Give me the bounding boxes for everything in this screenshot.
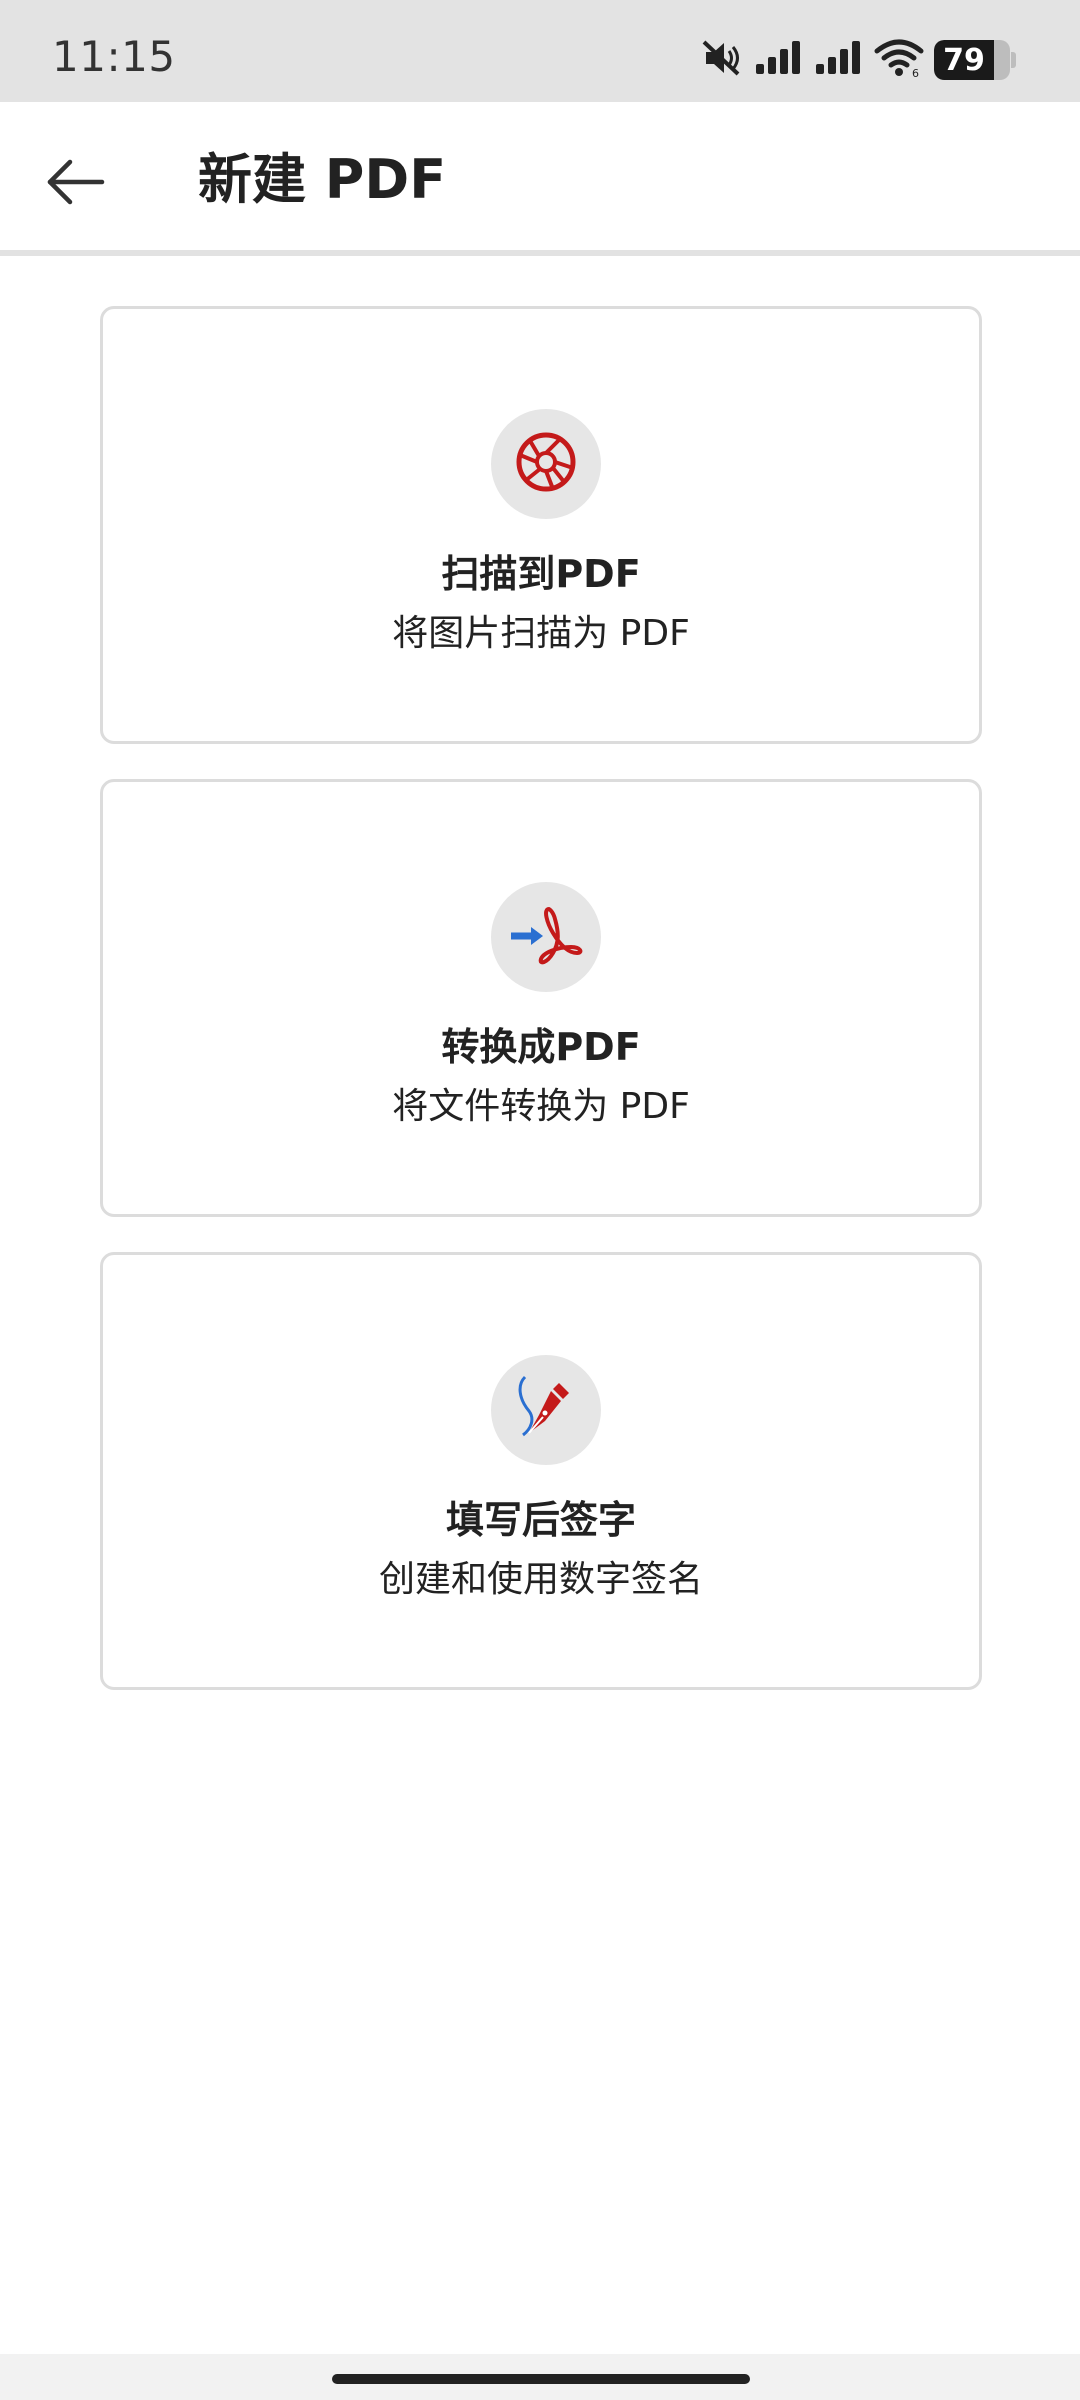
scan-to-pdf-card[interactable]: 扫描到PDF 将图片扫描为 PDF xyxy=(100,306,982,744)
convert-pdf-icon xyxy=(509,903,583,971)
mute-icon xyxy=(700,38,744,82)
pen-sign-icon xyxy=(511,1373,581,1447)
page-title: 新建 PDF xyxy=(198,148,447,211)
home-indicator[interactable] xyxy=(332,2374,750,2384)
arrow-left-icon xyxy=(46,157,106,211)
card-icon-bg xyxy=(491,882,601,992)
convert-to-pdf-card[interactable]: 转换成PDF 将文件转换为 PDF xyxy=(100,779,982,1217)
app-bar: 新建 PDF xyxy=(0,102,1080,256)
card-description: 将图片扫描为 PDF xyxy=(392,613,690,654)
card-description: 将文件转换为 PDF xyxy=(392,1086,690,1127)
fill-and-sign-card[interactable]: 填写后签字 创建和使用数字签名 xyxy=(100,1252,982,1690)
status-time: 11:15 xyxy=(52,32,176,81)
camera-shutter-icon xyxy=(515,431,577,497)
signal-icon xyxy=(754,38,804,82)
battery-level: 79 xyxy=(943,42,985,78)
back-button[interactable] xyxy=(34,142,118,226)
card-title: 扫描到PDF xyxy=(441,552,641,596)
system-nav-bar xyxy=(0,2354,1080,2400)
card-icon-bg xyxy=(491,409,601,519)
wifi-icon: 6 xyxy=(874,38,924,82)
status-icons: 6 79 xyxy=(700,38,1016,82)
card-title: 转换成PDF xyxy=(441,1025,641,1069)
battery-icon: 79 xyxy=(934,40,1016,80)
action-cards: 扫描到PDF 将图片扫描为 PDF 转换成PDF 将文件转换为 PDF 填写后签… xyxy=(100,306,982,1725)
svg-text:6: 6 xyxy=(912,67,919,78)
signal-icon xyxy=(814,38,864,82)
card-description: 创建和使用数字签名 xyxy=(378,1559,703,1600)
card-icon-bg xyxy=(491,1355,601,1465)
card-title: 填写后签字 xyxy=(445,1498,636,1542)
status-bar: 11:15 6 79 xyxy=(0,0,1080,102)
